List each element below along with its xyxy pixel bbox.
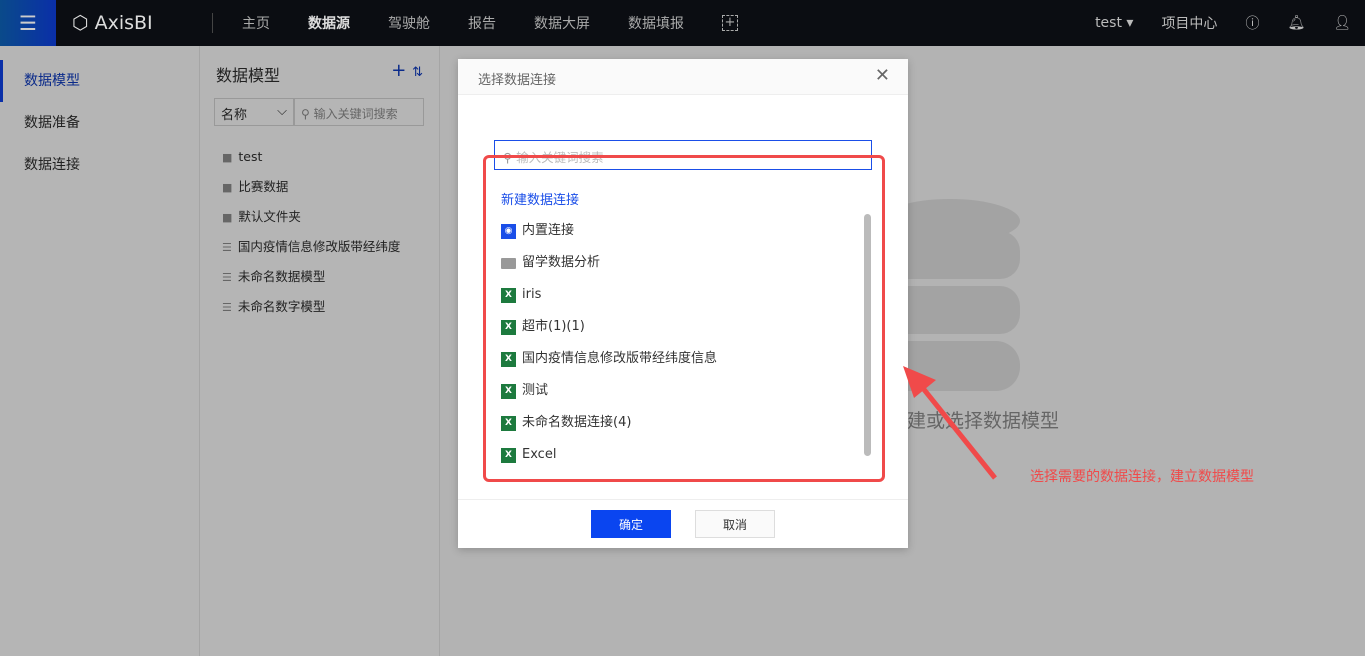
annotation-text: 选择需要的数据连接，建立数据模型 <box>1030 469 1254 485</box>
annotation-arrow <box>903 366 997 480</box>
